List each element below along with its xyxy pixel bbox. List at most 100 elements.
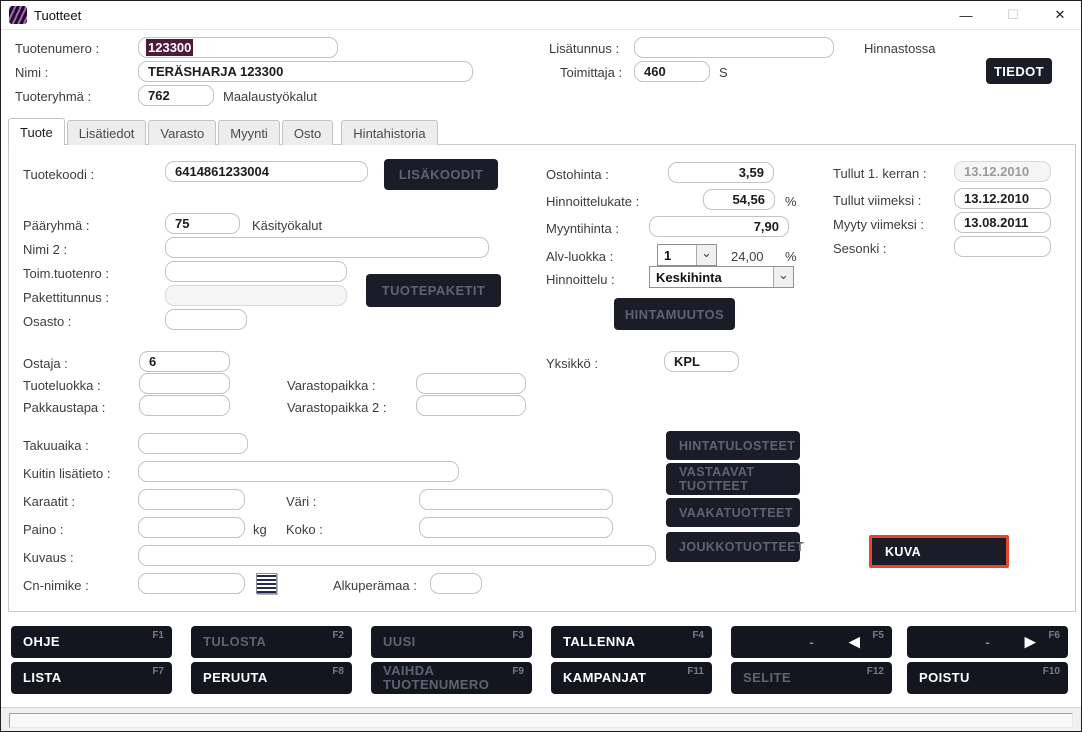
origin-country-label: Alkuperämaa : xyxy=(333,578,417,593)
product-code-input[interactable] xyxy=(165,161,368,182)
hintatulosteet-button[interactable]: HINTATULOSTEET xyxy=(666,431,800,460)
extra-id-label: Lisätunnus : xyxy=(549,41,619,56)
vaakatuotteet-button[interactable]: VAAKATUOTTEET xyxy=(666,498,800,527)
receipt-info-label: Kuitin lisätieto : xyxy=(23,466,110,481)
status-message-field xyxy=(9,713,1073,728)
lisakoodit-button[interactable]: LISÄKOODIT xyxy=(384,159,498,190)
joukkotuotteet-button[interactable]: JOUKKOTUOTTEET xyxy=(666,532,800,562)
purchase-price-input[interactable] xyxy=(668,162,774,183)
hintamuutos-button[interactable]: HINTAMUUTOS xyxy=(614,298,735,330)
supplier-product-no-input[interactable] xyxy=(165,261,347,282)
tab-myynti[interactable]: Myynti xyxy=(218,120,280,145)
close-icon[interactable]: ✕ xyxy=(1043,1,1077,29)
size-label: Koko : xyxy=(286,522,323,537)
tab-tuote[interactable]: Tuote xyxy=(8,118,65,145)
supplier-suffix: S xyxy=(719,65,728,80)
tallenna-button[interactable]: TALLENNA F4 xyxy=(551,626,712,658)
in-pricelist-label: Hinnastossa xyxy=(864,41,936,56)
vaihda-tuotenumero-button[interactable]: VAIHDA TUOTENUMERO F9 xyxy=(371,662,532,694)
lista-button[interactable]: LISTA F7 xyxy=(11,662,172,694)
vastaavat-tuotteet-button[interactable]: VASTAAVAT TUOTTEET xyxy=(666,463,800,495)
tulosta-button[interactable]: TULOSTA F2 xyxy=(191,626,352,658)
warranty-input[interactable] xyxy=(138,433,248,454)
name2-input[interactable] xyxy=(165,237,489,258)
kampanjat-button[interactable]: KAMPANJAT F11 xyxy=(551,662,712,694)
product-code-label: Tuotekoodi : xyxy=(23,167,94,182)
minimize-icon[interactable]: — xyxy=(949,1,983,29)
name2-label: Nimi 2 : xyxy=(23,242,67,257)
package-id-input xyxy=(165,285,347,306)
product-class-label: Tuoteluokka : xyxy=(23,378,101,393)
origin-country-input[interactable] xyxy=(430,573,482,594)
color-input[interactable] xyxy=(419,489,613,510)
extra-id-input[interactable] xyxy=(634,37,834,58)
peruuta-button[interactable]: PERUUTA F8 xyxy=(191,662,352,694)
unit-input[interactable] xyxy=(664,351,739,372)
carats-input[interactable] xyxy=(138,489,245,510)
buyer-input[interactable] xyxy=(139,351,230,372)
purchase-price-label: Ostohinta : xyxy=(546,167,609,182)
description-input[interactable] xyxy=(138,545,656,566)
next-button[interactable]: - ▶ F6 xyxy=(907,626,1068,658)
tab-hintahistoria[interactable]: Hintahistoria xyxy=(341,120,437,145)
ohje-button[interactable]: OHJE F1 xyxy=(11,626,172,658)
tab-varasto[interactable]: Varasto xyxy=(148,120,216,145)
department-input[interactable] xyxy=(165,309,247,330)
product-class-input[interactable] xyxy=(139,373,230,394)
tiedot-button[interactable]: TIEDOT xyxy=(986,58,1052,84)
name-input[interactable] xyxy=(138,61,473,82)
window-title: Tuotteet xyxy=(34,8,81,23)
main-group-input[interactable] xyxy=(165,213,240,234)
kuva-button[interactable]: KUVA xyxy=(869,535,1009,568)
tab-lisatiedot[interactable]: Lisätiedot xyxy=(67,120,147,145)
arrow-left-icon: ◀ xyxy=(848,633,860,651)
supplier-label: Toimittaja : xyxy=(560,65,622,80)
carats-label: Karaatit : xyxy=(23,494,75,509)
product-group-label: Tuoteryhmä : xyxy=(15,89,91,104)
app-window: Tuotteet — ☐ ✕ Tuotenumero : 123300 Lisä… xyxy=(0,0,1082,732)
supplier-product-no-label: Toim.tuotenro : xyxy=(23,266,109,281)
title-bar: Tuotteet — ☐ ✕ xyxy=(1,1,1081,30)
pricing-method-select[interactable]: Keskihinta ⌄ xyxy=(649,266,794,288)
unit-label: Yksikkö : xyxy=(546,356,598,371)
description-label: Kuvaus : xyxy=(23,550,74,565)
previous-button[interactable]: - ◀ F5 xyxy=(731,626,892,658)
weight-input[interactable] xyxy=(138,517,245,538)
receipt-info-input[interactable] xyxy=(138,461,459,482)
product-group-description: Maalaustyökalut xyxy=(223,89,317,104)
vat-class-label: Alv-luokka : xyxy=(546,249,613,264)
size-input[interactable] xyxy=(419,517,613,538)
product-number-label: Tuotenumero : xyxy=(15,41,99,56)
color-label: Väri : xyxy=(286,494,316,509)
cn-code-input[interactable] xyxy=(138,573,245,594)
uusi-button[interactable]: UUSI F3 xyxy=(371,626,532,658)
sales-price-input[interactable] xyxy=(649,216,789,237)
product-group-input[interactable] xyxy=(138,85,214,106)
storage-location-input[interactable] xyxy=(416,373,526,394)
margin-input[interactable] xyxy=(703,189,775,210)
last-sold-input[interactable] xyxy=(954,212,1051,233)
vat-class-select[interactable]: 1 ⌄ xyxy=(657,244,717,266)
last-arrival-input[interactable] xyxy=(954,188,1051,209)
chevron-down-icon: ⌄ xyxy=(696,245,716,265)
weight-unit-label: kg xyxy=(253,522,267,537)
poistu-button[interactable]: POISTU F10 xyxy=(907,662,1068,694)
tab-osto[interactable]: Osto xyxy=(282,120,333,145)
last-arrival-label: Tullut viimeksi : xyxy=(833,193,921,208)
department-label: Osasto : xyxy=(23,314,71,329)
margin-label: Hinnoittelukate : xyxy=(546,194,639,209)
storage-location-label: Varastopaikka : xyxy=(287,378,376,393)
packing-method-input[interactable] xyxy=(139,395,230,416)
season-input[interactable] xyxy=(954,236,1051,257)
packing-method-label: Pakkaustapa : xyxy=(23,400,105,415)
product-number-input[interactable]: 123300 xyxy=(138,37,338,58)
maximize-icon[interactable]: ☐ xyxy=(996,1,1030,29)
supplier-input[interactable] xyxy=(634,61,710,82)
storage-location2-input[interactable] xyxy=(416,395,526,416)
app-icon xyxy=(9,6,27,24)
selite-button[interactable]: SELITE F12 xyxy=(731,662,892,694)
tuotepaketit-button[interactable]: TUOTEPAKETIT xyxy=(366,274,501,307)
cn-code-lookup-icon[interactable] xyxy=(256,573,277,594)
arrow-right-icon: ▶ xyxy=(1024,633,1036,651)
margin-unit-label: % xyxy=(785,194,797,209)
